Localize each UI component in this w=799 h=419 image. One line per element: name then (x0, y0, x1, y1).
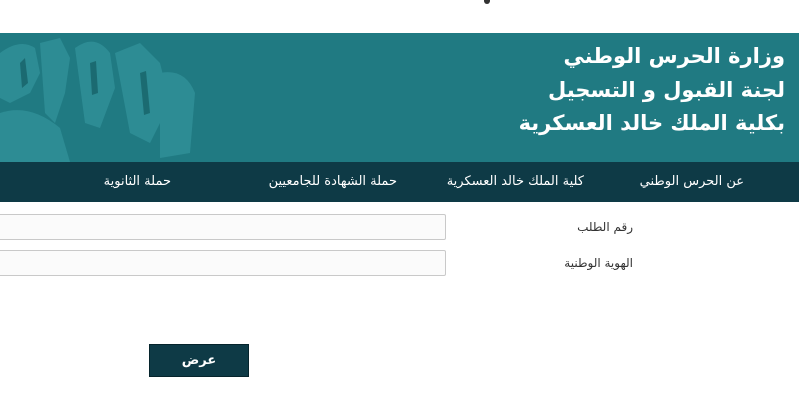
view-button[interactable]: عرض (149, 344, 249, 377)
college-title: بكلية الملك خالد العسكرية (518, 111, 785, 135)
top-strip (0, 0, 799, 33)
main-nav: عن الحرس الوطني كلية الملك خالد العسكرية… (0, 162, 799, 202)
committee-title: لجنة القبول و التسجيل (548, 78, 785, 102)
application-number-label: رقم الطلب (577, 220, 633, 234)
header-banner: وزارة الحرس الوطني لجنة القبول و التسجيل… (0, 33, 799, 162)
ministry-title: وزارة الحرس الوطني (563, 44, 785, 68)
nav-item-king-khalid-college[interactable]: كلية الملك خالد العسكرية (447, 162, 584, 202)
soldiers-emblem-graphic (0, 38, 195, 162)
application-number-input[interactable] (0, 214, 446, 240)
top-mark (484, 0, 490, 4)
nav-item-secondary-graduates[interactable]: حملة الثانوية (104, 162, 171, 202)
national-id-input[interactable] (0, 250, 446, 276)
national-id-label: الهوية الوطنية (564, 256, 633, 270)
nav-item-about-national-guard[interactable]: عن الحرس الوطني (640, 162, 744, 202)
nav-item-university-graduates[interactable]: حملة الشهادة للجامعيين (269, 162, 397, 202)
